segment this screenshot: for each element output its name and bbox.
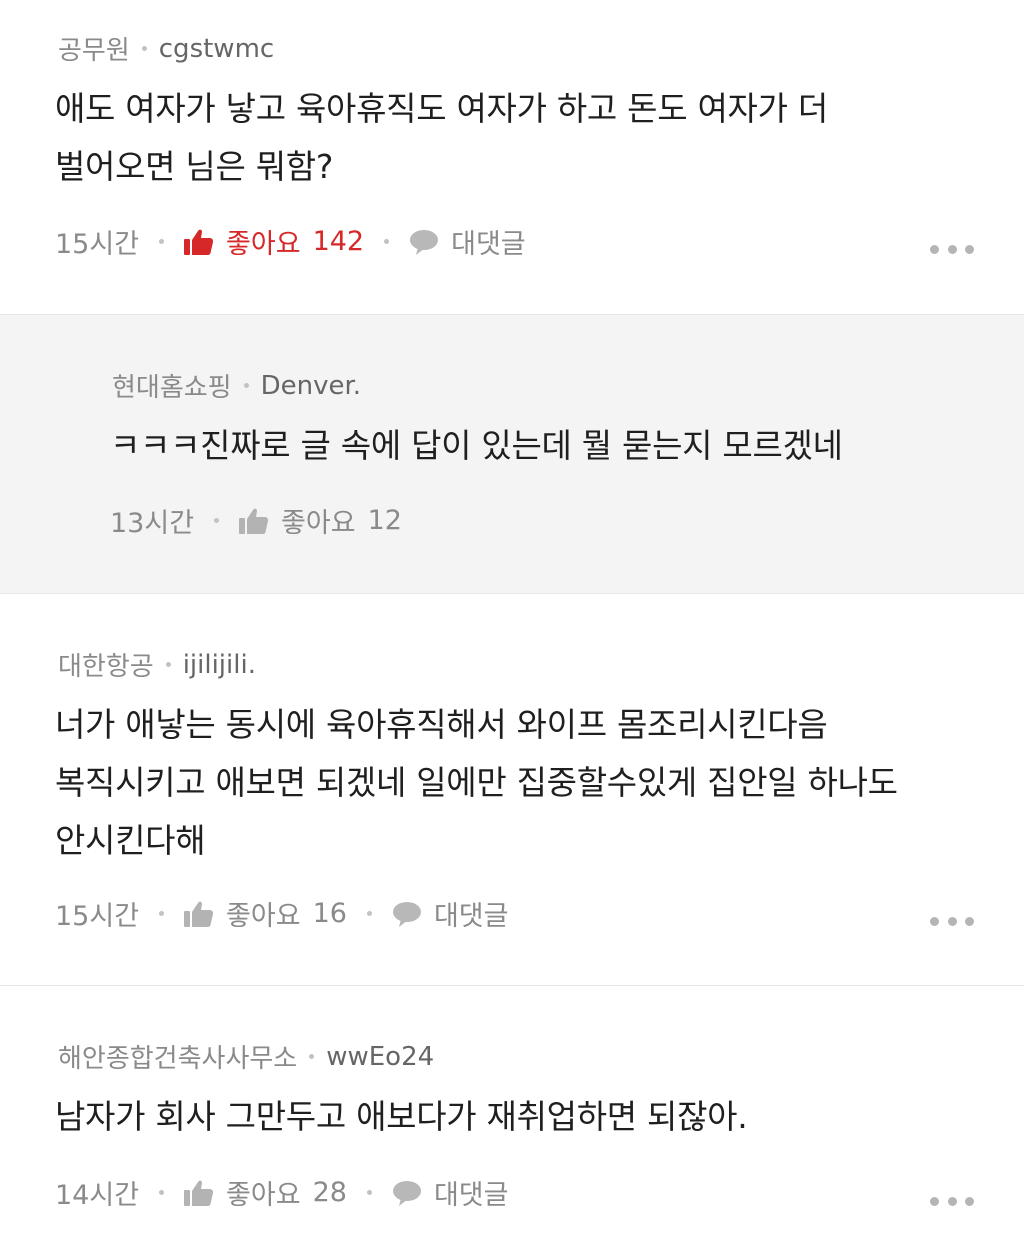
comment-body: ㅋㅋㅋ진짜로 글 속에 답이 있는데 뭘 묻는지 모르겠네 (110, 417, 843, 475)
separator-dot (141, 46, 147, 51)
like-count: 28 (312, 1177, 347, 1208)
comment-line: 남자가 회사 그만두고 애보다가 재취업하면 되잖아. (55, 1097, 748, 1136)
comment-actions: 14시간 좋아요 28 대댓글 (55, 1173, 508, 1212)
company-name[interactable]: 현대홈쇼핑 (112, 367, 232, 404)
comment-meta: 대한항공 ijilijili. (58, 646, 256, 683)
separator-dot (214, 518, 220, 523)
like-label: 좋아요 (226, 901, 301, 932)
username[interactable]: ijilijili. (183, 650, 256, 680)
separator-dot (384, 239, 390, 244)
thumbs-up-icon (239, 508, 269, 534)
like-button[interactable]: 좋아요 12 (239, 501, 402, 540)
reply-label: 대댓글 (433, 1180, 509, 1211)
comment-line: 애도 여자가 낳고 육아휴직도 여자가 하고 돈도 여자가 더 (55, 89, 828, 128)
like-label: 좋아요 (226, 1180, 301, 1211)
comment-body: 애도 여자가 낳고 육아휴직도 여자가 하고 돈도 여자가 더 벌어오면 님은 … (55, 80, 828, 196)
like-count: 12 (367, 505, 402, 536)
reply-button[interactable]: 대댓글 (392, 1173, 509, 1212)
timestamp: 15시간 (55, 901, 140, 932)
like-label: 좋아요 (281, 508, 356, 539)
comment-line: 너가 애낳는 동시에 육아휴직해서 와이프 몸조리시킨다음 (55, 705, 828, 744)
more-dots-icon[interactable] (930, 914, 974, 928)
separator-dot (159, 911, 165, 916)
separator-dot (309, 1054, 315, 1059)
company-name[interactable]: 대한항공 (58, 646, 154, 683)
comment-meta: 공무원 cgstwmc (58, 30, 274, 67)
comment-actions: 13시간 좋아요 12 (110, 501, 402, 540)
comment-actions: 15시간 좋아요 16 대댓글 (55, 894, 508, 933)
username[interactable]: cgstwmc (159, 34, 274, 64)
speech-bubble-icon (392, 1180, 421, 1206)
speech-bubble-icon (392, 901, 421, 927)
separator-dot (165, 662, 171, 667)
thumbs-up-icon (184, 1180, 214, 1206)
reply-label: 대댓글 (451, 229, 526, 260)
comment-line: 벌어오면 님은 뭐함? (55, 147, 334, 186)
company-name[interactable]: 해안종합건축사사무소 (58, 1038, 297, 1075)
like-count: 142 (312, 226, 365, 257)
speech-bubble-icon (410, 229, 439, 255)
timestamp: 14시간 (55, 1180, 140, 1211)
comment-body: 남자가 회사 그만두고 애보다가 재취업하면 되잖아. (55, 1088, 748, 1146)
separator-dot (243, 383, 249, 388)
more-dots-icon[interactable] (930, 242, 974, 256)
timestamp: 13시간 (110, 508, 195, 539)
separator-dot (159, 1190, 165, 1195)
comment-1: 공무원 cgstwmc 애도 여자가 낳고 육아휴직도 여자가 하고 돈도 여자… (0, 0, 1024, 314)
like-button[interactable]: 좋아요 16 (184, 894, 347, 933)
comment-3: 대한항공 ijilijili. 너가 애낳는 동시에 육아휴직해서 와이프 몸조… (0, 594, 1024, 985)
comment-line: 복직시키고 애보면 되겠네 일에만 집중할수있게 집안일 하나도 (55, 763, 898, 802)
more-dots-icon[interactable] (930, 1194, 974, 1208)
thumbs-up-icon (184, 901, 214, 927)
username[interactable]: Denver. (261, 371, 361, 401)
comment-line: ㅋㅋㅋ진짜로 글 속에 답이 있는데 뭘 묻는지 모르겠네 (110, 426, 843, 465)
company-name[interactable]: 공무원 (58, 30, 130, 67)
thumbs-up-icon (184, 229, 214, 255)
reply-button[interactable]: 대댓글 (392, 894, 509, 933)
separator-dot (366, 1190, 372, 1195)
comment-line: 안시킨다해 (55, 821, 206, 860)
separator-dot (159, 239, 165, 244)
like-count: 16 (312, 898, 347, 929)
reply-label: 대댓글 (433, 901, 509, 932)
comment-meta: 현대홈쇼핑 Denver. (112, 367, 361, 404)
username[interactable]: wwEo24 (326, 1042, 434, 1072)
comment-4: 해안종합건축사사무소 wwEo24 남자가 회사 그만두고 애보다가 재취업하면… (0, 986, 1024, 1253)
like-button[interactable]: 좋아요 142 (184, 222, 364, 261)
like-button[interactable]: 좋아요 28 (184, 1173, 347, 1212)
comment-body: 너가 애낳는 동시에 육아휴직해서 와이프 몸조리시킨다음 복직시키고 애보면 … (55, 696, 898, 870)
like-label: 좋아요 (226, 229, 301, 260)
reply-button[interactable]: 대댓글 (409, 222, 526, 261)
separator-dot (366, 911, 372, 916)
comment-meta: 해안종합건축사사무소 wwEo24 (58, 1038, 434, 1075)
timestamp: 15시간 (55, 229, 140, 260)
reply-comment: 현대홈쇼핑 Denver. ㅋㅋㅋ진짜로 글 속에 답이 있는데 뭘 묻는지 모… (0, 315, 1024, 593)
comment-actions: 15시간 좋아요 142 대댓글 (55, 222, 526, 261)
